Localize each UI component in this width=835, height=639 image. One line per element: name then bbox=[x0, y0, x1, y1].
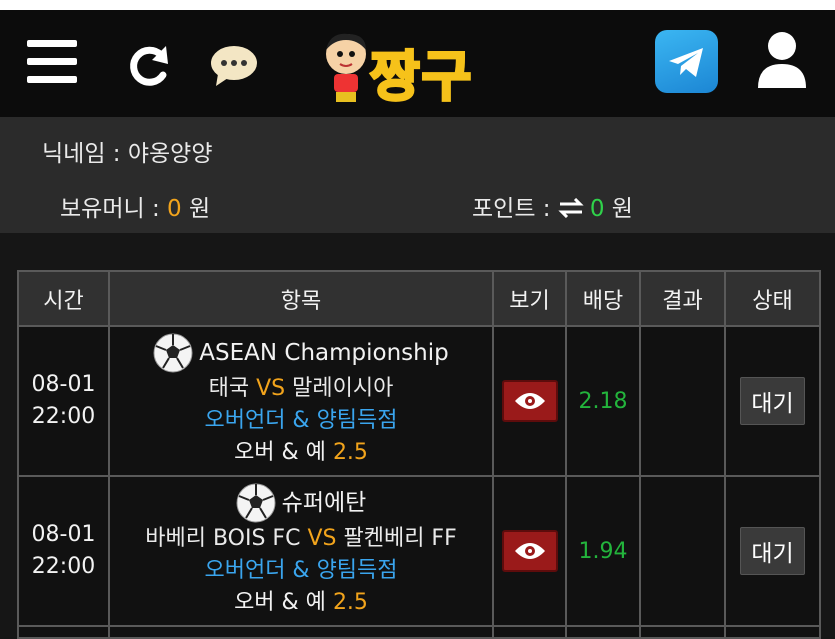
item-cell: ASEAN Championship 태국 VS 말레이시아 오버언더 & 양팀… bbox=[108, 325, 494, 477]
item-cell: 슈퍼에탄 바베리 BOIS FC VS 팔켄베리 FF 오버언더 & 양팀득점 … bbox=[108, 475, 494, 627]
points-label: 포인트 : bbox=[472, 196, 558, 222]
odds-cell: 2.18 bbox=[565, 325, 641, 477]
vs-text: VS bbox=[307, 526, 337, 551]
home-team: 바베리 BOIS FC bbox=[145, 526, 301, 551]
result-cell bbox=[639, 475, 726, 627]
table-row: 08-01 22:00 슈퍼에탄 바베리 BOIS FC VS 팔켄베리 FF … bbox=[17, 475, 821, 627]
pick-value: 2.5 bbox=[332, 440, 368, 465]
vs-text: VS bbox=[256, 376, 286, 401]
view-button[interactable] bbox=[501, 530, 558, 572]
header-odds: 배당 bbox=[565, 270, 641, 327]
league-name: ASEAN Championship bbox=[199, 340, 449, 366]
money-unit: 원 bbox=[181, 196, 211, 222]
date-text: 08-01 bbox=[31, 372, 96, 397]
header-result: 결과 bbox=[639, 270, 726, 327]
exchange-icon[interactable] bbox=[558, 197, 584, 219]
header-view: 보기 bbox=[492, 270, 567, 327]
table-header-row: 시간 항목 보기 배당 결과 상태 bbox=[17, 270, 821, 327]
result-cell bbox=[639, 625, 726, 639]
telegram-button[interactable] bbox=[655, 30, 718, 93]
soccer-ball-icon bbox=[236, 483, 276, 523]
view-cell bbox=[492, 625, 567, 639]
menu-icon[interactable] bbox=[27, 40, 77, 84]
points-unit: 원 bbox=[604, 196, 633, 222]
site-logo[interactable]: 짱구 bbox=[318, 28, 510, 110]
pick-label: 오버 & 예 bbox=[234, 440, 326, 465]
odds-cell: 1.94 bbox=[565, 475, 641, 627]
away-team: 말레이시아 bbox=[292, 376, 394, 401]
odds-cell bbox=[565, 625, 641, 639]
date-text: 08-01 bbox=[31, 522, 96, 547]
view-cell bbox=[492, 475, 567, 627]
top-strip bbox=[0, 0, 835, 10]
time-cell bbox=[17, 625, 110, 639]
result-cell bbox=[639, 325, 726, 477]
view-button[interactable] bbox=[501, 380, 558, 422]
league-name: 슈퍼에탄 bbox=[281, 490, 367, 516]
pick-line: 오버 & 예 2.5 bbox=[110, 437, 492, 469]
header-item: 항목 bbox=[108, 270, 494, 327]
status-badge[interactable]: 대기 bbox=[740, 377, 805, 425]
points-info: 포인트 : 0 원 bbox=[472, 189, 633, 223]
points-value: 0 bbox=[589, 196, 605, 222]
match-line: 바베리 BOIS FC VS 팔켄베리 FF bbox=[110, 523, 492, 555]
bet-history-table: 시간 항목 보기 배당 결과 상태 08-01 22:00 ASEAN Cham… bbox=[17, 270, 821, 639]
user-icon[interactable] bbox=[756, 30, 808, 88]
money-label: 보유머니 : bbox=[60, 196, 168, 222]
status-badge[interactable]: 대기 bbox=[740, 527, 805, 575]
pick-label: 오버 & 예 bbox=[234, 590, 326, 615]
time-text: 22:00 bbox=[31, 554, 96, 579]
header-status: 상태 bbox=[724, 270, 821, 327]
pick-value: 2.5 bbox=[332, 590, 368, 615]
item-cell bbox=[108, 625, 494, 639]
league-line: 슈퍼에탄 bbox=[110, 483, 492, 523]
refresh-icon[interactable] bbox=[126, 42, 172, 88]
time-cell: 08-01 22:00 bbox=[17, 325, 110, 477]
money-info: 보유머니 : 0 원 bbox=[60, 189, 210, 223]
account-info-panel: 닉네임 : 야옹양양 보유머니 : 0 원 포인트 : 0 원 bbox=[0, 117, 835, 233]
nickname-text: 닉네임 : 야옹양양 bbox=[42, 141, 213, 167]
eye-icon bbox=[514, 393, 545, 409]
status-cell bbox=[724, 625, 821, 639]
match-line: 태국 VS 말레이시아 bbox=[110, 373, 492, 405]
header-time: 시간 bbox=[17, 270, 110, 327]
bet-type: 오버언더 & 양팀득점 bbox=[204, 408, 398, 433]
logo-text: 짱구 bbox=[368, 44, 474, 110]
view-cell bbox=[492, 325, 567, 477]
status-cell: 대기 bbox=[724, 325, 821, 477]
away-team: 팔켄베리 FF bbox=[343, 526, 457, 551]
status-cell: 대기 bbox=[724, 475, 821, 627]
chat-icon[interactable] bbox=[210, 44, 258, 86]
pick-line: 오버 & 예 2.5 bbox=[110, 587, 492, 619]
telegram-icon bbox=[669, 48, 703, 77]
home-team: 태국 bbox=[208, 376, 250, 401]
table-row: 08-01 22:00 ASEAN Championship 태국 VS 말레이… bbox=[17, 325, 821, 477]
soccer-ball-icon bbox=[153, 333, 193, 373]
time-text: 22:00 bbox=[31, 404, 96, 429]
bet-type: 오버언더 & 양팀득점 bbox=[204, 558, 398, 583]
eye-icon bbox=[514, 543, 545, 559]
table-row bbox=[17, 625, 821, 639]
league-line: ASEAN Championship bbox=[110, 333, 492, 373]
time-cell: 08-01 22:00 bbox=[17, 475, 110, 627]
money-value: 0 bbox=[167, 196, 182, 222]
